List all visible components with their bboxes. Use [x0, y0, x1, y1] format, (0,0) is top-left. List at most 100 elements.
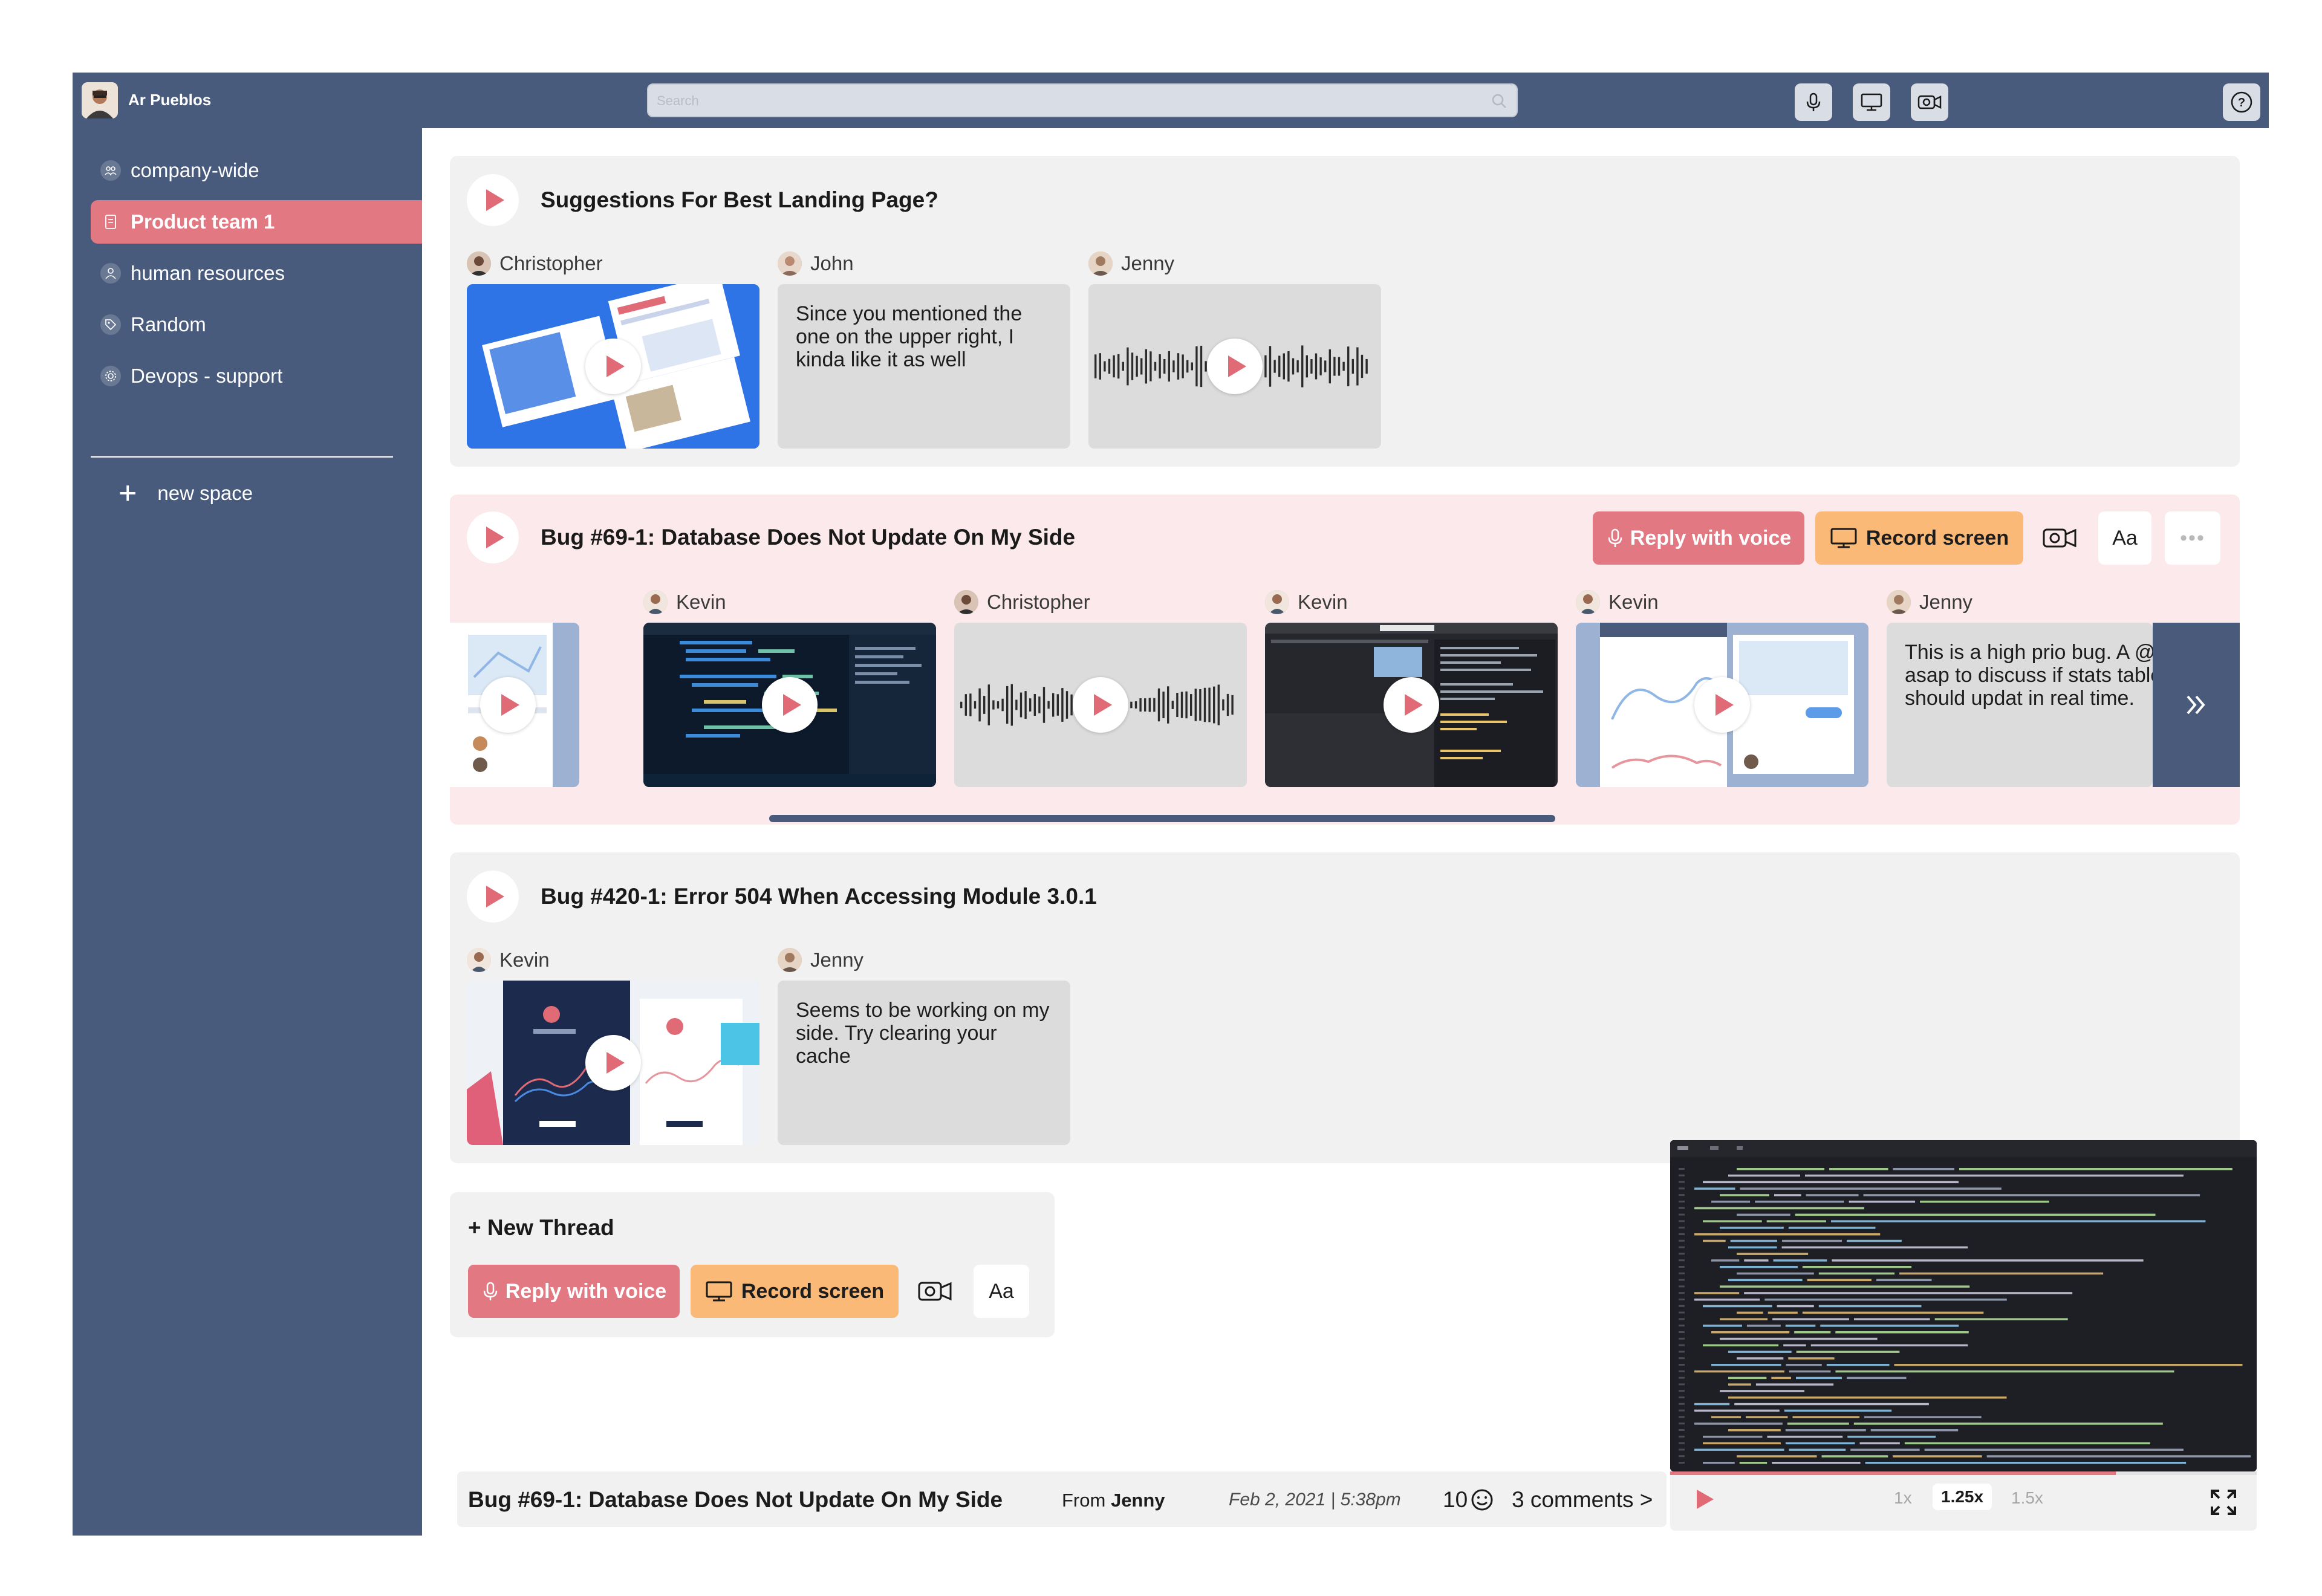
avatar — [1265, 590, 1289, 614]
speed-1x[interactable]: 1x — [1894, 1488, 1912, 1508]
sidebar-item-product-team-1[interactable]: Product team 1 — [91, 200, 422, 244]
reactions[interactable]: 10 — [1443, 1487, 1494, 1513]
new-thread-title[interactable]: + New Thread — [468, 1215, 614, 1241]
reply-with-voice-button[interactable]: Reply with voice — [468, 1265, 680, 1318]
thread-title[interactable]: Bug #69-1: Database Does Not Update On M… — [541, 525, 1075, 550]
more-options-button[interactable]: ••• — [2165, 511, 2220, 565]
text-message[interactable]: This is a high prio bug. A @john asap to… — [1887, 623, 2153, 787]
microphone-icon — [483, 1282, 498, 1300]
sidebar-item-human-resources[interactable]: human resources — [91, 251, 422, 295]
play-thread-button[interactable] — [467, 174, 519, 226]
record-screen-button[interactable]: Record screen — [691, 1265, 899, 1318]
text-message[interactable]: Since you mentioned the one on the upper… — [778, 284, 1070, 449]
video-player: 1x 1.25x 1.5x — [1670, 1140, 2257, 1531]
video-message[interactable] — [1265, 623, 1558, 787]
play-button[interactable] — [1073, 677, 1128, 733]
horizontal-scrollbar[interactable] — [450, 814, 2240, 822]
sidebar-item-label: Product team 1 — [131, 210, 275, 233]
record-voice-button[interactable] — [1795, 83, 1832, 121]
play-button[interactable] — [1384, 677, 1439, 733]
thread-title[interactable]: Suggestions For Best Landing Page? — [541, 187, 938, 213]
scrollbar-thumb[interactable] — [769, 815, 1555, 822]
video-message[interactable] — [467, 981, 759, 1145]
play-button[interactable] — [1207, 339, 1263, 394]
avatar — [778, 251, 802, 276]
video-message[interactable] — [450, 623, 579, 787]
play-icon — [607, 1052, 625, 1074]
avatar — [467, 948, 491, 972]
new-thread-panel: + New Thread Reply with voice Record scr… — [450, 1192, 1055, 1337]
record-video-button[interactable] — [2033, 511, 2086, 565]
play-button[interactable] — [585, 339, 641, 394]
progress-fill — [1670, 1471, 2116, 1475]
scroll-next-button[interactable] — [2153, 623, 2240, 787]
message-author: Jenny — [1088, 251, 1174, 276]
help-button[interactable]: ? — [2223, 83, 2260, 121]
smiley-icon — [1471, 1489, 1493, 1511]
record-screen-button[interactable] — [1853, 83, 1890, 121]
sidebar-item-company-wide[interactable]: company-wide — [91, 149, 422, 192]
svg-text:?: ? — [2238, 96, 2245, 109]
play-thread-button[interactable] — [467, 871, 519, 923]
search-icon[interactable] — [1490, 92, 1508, 110]
play-icon — [783, 694, 801, 716]
play-button[interactable] — [585, 1035, 641, 1091]
now-playing-bar: Bug #69-1: Database Does Not Update On M… — [457, 1471, 1667, 1527]
audio-message[interactable] — [954, 623, 1247, 787]
sidebar-item-devops-support[interactable]: Devops - support — [91, 354, 422, 398]
new-space-button[interactable]: + new space — [119, 478, 253, 509]
search-bar[interactable] — [647, 83, 1518, 117]
sidebar-item-random[interactable]: Random — [91, 303, 422, 346]
text-message[interactable]: Seems to be working on my side. Try clea… — [778, 981, 1070, 1145]
record-video-button[interactable] — [1911, 83, 1948, 121]
play-icon — [607, 355, 625, 377]
now-playing-title[interactable]: Bug #69-1: Database Does Not Update On M… — [468, 1487, 1003, 1513]
help-icon: ? — [2231, 91, 2252, 113]
avatar — [1887, 590, 1911, 614]
video-preview[interactable] — [1670, 1140, 2257, 1471]
monitor-icon — [1830, 528, 1857, 548]
fullscreen-button[interactable] — [2208, 1487, 2239, 1520]
video-message[interactable] — [467, 284, 759, 449]
play-button[interactable] — [1694, 677, 1750, 733]
message-author: Jenny — [1887, 590, 1972, 614]
avatar — [778, 948, 802, 972]
search-input[interactable] — [657, 89, 1473, 112]
reply-with-voice-button[interactable]: Reply with voice — [1593, 511, 1804, 565]
video-message[interactable] — [643, 623, 936, 787]
avatar — [643, 590, 668, 614]
microphone-icon — [1608, 528, 1622, 547]
sidebar-item-label: human resources — [131, 262, 285, 284]
play-thread-button[interactable] — [467, 511, 519, 563]
comments-link[interactable]: 3 comments > — [1512, 1487, 1653, 1513]
message-author: Christopher — [467, 251, 603, 276]
user-name[interactable]: Ar Pueblos — [128, 91, 211, 109]
thread-title[interactable]: Bug #420-1: Error 504 When Accessing Mod… — [541, 884, 1097, 909]
record-video-button[interactable] — [908, 1265, 961, 1318]
speed-1-25x[interactable]: 1.25x — [1933, 1484, 1992, 1510]
avatar[interactable] — [82, 82, 118, 118]
play-icon — [486, 886, 504, 907]
message-text: Since you mentioned the one on the upper… — [796, 302, 1023, 371]
camera-icon — [918, 1282, 952, 1301]
video-message[interactable] — [1576, 623, 1868, 787]
play-icon — [1094, 694, 1112, 716]
play-icon — [501, 694, 519, 716]
speed-1-5x[interactable]: 1.5x — [2011, 1488, 2043, 1508]
avatar — [1088, 251, 1113, 276]
play-button[interactable] — [1697, 1490, 1714, 1509]
record-screen-button[interactable]: Record screen — [1815, 511, 2023, 565]
text-reply-button[interactable]: Aa — [974, 1265, 1029, 1318]
audio-message[interactable] — [1088, 284, 1381, 449]
timestamp: Feb 2, 2021 | 5:38pm — [1229, 1490, 1401, 1510]
avatar — [1576, 590, 1600, 614]
message-author: Kevin — [1265, 590, 1348, 614]
play-button[interactable] — [480, 677, 536, 733]
progress-bar[interactable] — [1670, 1471, 2257, 1475]
thread-card-active: Bug #69-1: Database Does Not Update On M… — [450, 495, 2240, 825]
text-reply-button[interactable]: Aa — [2098, 511, 2151, 565]
play-icon — [486, 189, 504, 211]
play-icon — [1228, 355, 1246, 377]
play-button[interactable] — [762, 677, 818, 733]
code-editor-preview — [1670, 1140, 2257, 1471]
